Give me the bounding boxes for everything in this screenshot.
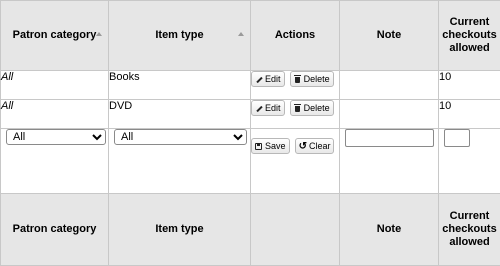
footer-checkouts-line2: checkouts [442, 223, 496, 235]
header-item-type[interactable]: Item type [109, 1, 251, 71]
header-checkouts-line1: Current [450, 16, 490, 28]
patron-category-select[interactable]: All [6, 129, 106, 145]
note-input[interactable] [345, 129, 434, 147]
row-actions: Edit Delete [251, 100, 340, 129]
row-note [340, 71, 439, 100]
footer-checkouts-line3: allowed [449, 236, 489, 248]
footer-row: Patron category Item type Note Current c… [1, 194, 500, 266]
header-current-checkouts: Current checkouts allowed [439, 1, 500, 71]
floppy-disk-icon [255, 142, 263, 151]
header-actions: Actions [251, 1, 340, 71]
row-note [340, 100, 439, 129]
edit-button[interactable]: Edit [251, 100, 285, 116]
footer-item-type: Item type [109, 194, 251, 266]
delete-button-label: Delete [304, 71, 330, 87]
new-rule-checkouts-cell [439, 129, 500, 194]
header-item-type-label: Item type [155, 29, 203, 41]
trash-icon [294, 75, 302, 84]
new-rule-note-cell [340, 129, 439, 194]
edit-button-label: Edit [265, 100, 281, 116]
edit-button[interactable]: Edit [251, 71, 285, 87]
new-rule-actions: Save ↺ Clear [251, 129, 340, 194]
sort-asc-icon[interactable] [96, 32, 102, 36]
clear-button-label: Clear [309, 138, 331, 154]
undo-icon: ↺ [299, 142, 307, 151]
table-row: All Books Edit Delete 10 [1, 71, 500, 100]
delete-button[interactable]: Delete [290, 71, 334, 87]
pencil-icon [255, 75, 263, 84]
row-item-type: Books [109, 71, 251, 100]
save-button-label: Save [265, 138, 286, 154]
header-patron-category[interactable]: Patron category [1, 1, 109, 71]
header-row: Patron category Item type Actions Note C… [1, 1, 500, 71]
row-patron-category: All [1, 71, 109, 100]
header-note: Note [340, 1, 439, 71]
clear-button[interactable]: ↺ Clear [295, 138, 335, 154]
new-rule-row: All All Save ↺ Clear [1, 129, 500, 194]
footer-checkouts-line1: Current [450, 210, 490, 222]
circulation-rules-table: Patron category Item type Actions Note C… [0, 0, 500, 266]
row-checkouts: 10 [439, 71, 500, 100]
checkouts-allowed-input[interactable] [444, 129, 470, 147]
pencil-icon [255, 104, 263, 113]
delete-button-label: Delete [304, 100, 330, 116]
header-patron-category-label: Patron category [13, 29, 97, 41]
footer-patron-category: Patron category [1, 194, 109, 266]
header-checkouts-line2: checkouts [442, 29, 496, 41]
row-checkouts: 10 [439, 100, 500, 129]
edit-button-label: Edit [265, 71, 281, 87]
delete-button[interactable]: Delete [290, 100, 334, 116]
header-checkouts-line3: allowed [449, 42, 489, 54]
table-row: All DVD Edit Delete 10 [1, 100, 500, 129]
item-type-select[interactable]: All [114, 129, 247, 145]
footer-note: Note [340, 194, 439, 266]
trash-icon [294, 104, 302, 113]
footer-current-checkouts: Current checkouts allowed [439, 194, 500, 266]
row-actions: Edit Delete [251, 71, 340, 100]
save-button[interactable]: Save [251, 138, 290, 154]
row-patron-category: All [1, 100, 109, 129]
new-rule-item-type-cell: All [109, 129, 251, 194]
sort-asc-icon[interactable] [238, 32, 244, 36]
footer-actions [251, 194, 340, 266]
new-rule-patron-category-cell: All [1, 129, 109, 194]
row-item-type: DVD [109, 100, 251, 129]
